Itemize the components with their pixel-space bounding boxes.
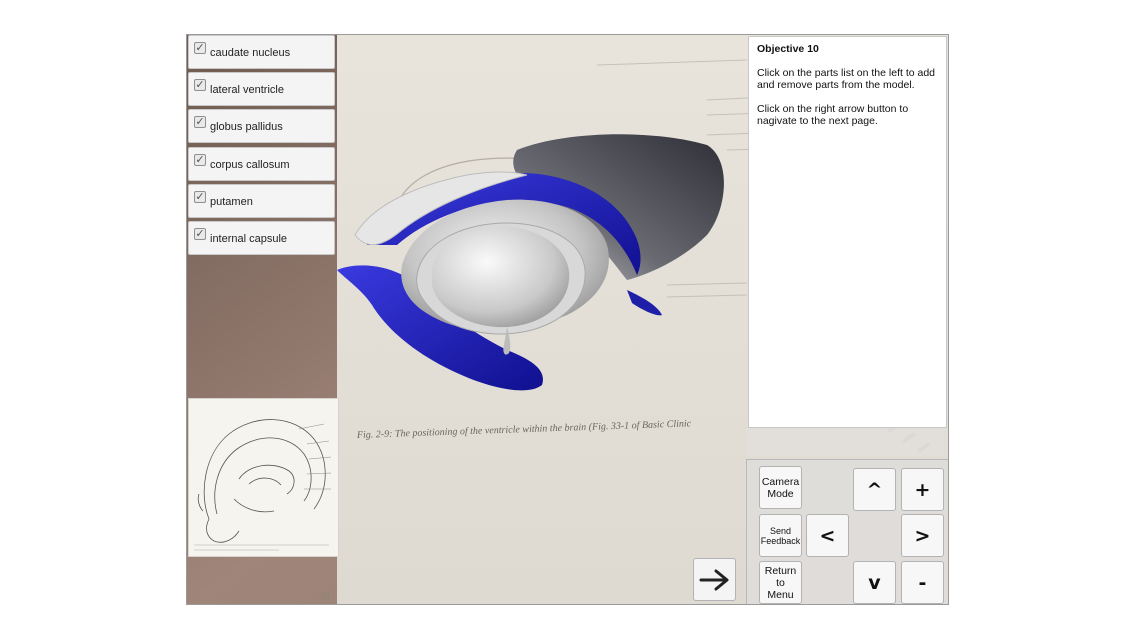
checkbox-putamen[interactable]: ✓ [194, 190, 206, 203]
send-feedback-button[interactable]: Send Feedback [759, 514, 802, 557]
part-item-lateral-ventricle[interactable]: ✓ lateral ventricle [188, 72, 335, 107]
rotate-left-button[interactable]: < [806, 514, 849, 557]
part-item-internal-capsule[interactable]: ✓ internal capsule [188, 220, 335, 255]
camera-mode-button[interactable]: Camera Mode [759, 466, 802, 509]
checkbox-corpus-callosum[interactable]: ✓ [194, 153, 206, 166]
part-item-globus-pallidus[interactable]: ✓ globus pallidus [188, 109, 335, 144]
part-item-putamen[interactable]: ✓ putamen [188, 183, 335, 218]
down-arrow-icon: v [868, 571, 881, 594]
rotate-down-button[interactable]: v [853, 561, 896, 604]
checkbox-globus-pallidus[interactable]: ✓ [194, 116, 206, 129]
send-feedback-label: Send [769, 525, 792, 536]
left-arrow-icon: < [819, 524, 836, 547]
checkbox-lateral-ventricle[interactable]: ✓ [194, 79, 206, 92]
part-item-caudate-nucleus[interactable]: ✓ caudate nucleus [188, 35, 335, 69]
checkbox-caudate-nucleus[interactable]: ✓ [194, 42, 206, 54]
parts-list: ✓ caudate nucleus ✓ lateral ventricle ✓ … [188, 35, 335, 258]
rotate-up-button[interactable]: ^ [853, 468, 896, 511]
return-menu-label: Return to [764, 564, 797, 589]
reference-brain-sketch [188, 398, 339, 557]
up-arrow-icon: ^ [866, 478, 883, 501]
return-menu-label: Menu [767, 588, 794, 601]
paper-page-number: 34 [321, 591, 331, 601]
rotate-right-button[interactable]: > [901, 514, 944, 557]
checkbox-internal-capsule[interactable]: ✓ [194, 227, 206, 240]
part-label: lateral ventricle [210, 84, 284, 97]
objective-title: Objective 10 [757, 43, 819, 55]
part-label: corpus callosum [210, 158, 290, 171]
next-page-button[interactable] [693, 558, 736, 601]
part-label: internal capsule [210, 232, 288, 245]
ar-app-window: Fig. 2-9: The positioning of the ventric… [186, 34, 949, 605]
part-label: globus pallidus [210, 121, 283, 134]
brain-sketch-icon [189, 399, 338, 556]
objective-panel: Objective 10 Click on the parts list on … [748, 36, 947, 428]
plus-icon: + [914, 478, 931, 501]
part-label: putamen [210, 195, 253, 208]
minus-icon: - [918, 571, 927, 594]
zoom-in-button[interactable]: + [901, 468, 944, 511]
right-arrow-icon: > [914, 524, 931, 547]
part-label: caudate nucleus [210, 47, 291, 59]
zoom-out-button[interactable]: - [901, 561, 944, 604]
objective-instruction: Click on the right arrow button to nagiv… [757, 103, 909, 127]
send-feedback-label: Feedback [760, 535, 801, 546]
camera-mode-label: Mode [767, 487, 794, 500]
objective-footer [746, 428, 948, 456]
right-arrow-icon [699, 569, 728, 590]
return-to-menu-button[interactable]: Return to Menu [759, 561, 802, 604]
control-panel: Camera Mode Send Feedback Return to Menu ^ … [746, 459, 948, 604]
camera-mode-label: Camera [761, 475, 800, 488]
part-item-corpus-callosum[interactable]: ✓ corpus callosum [188, 146, 335, 181]
objective-instruction: Click on the parts list on the left to a… [757, 67, 936, 91]
